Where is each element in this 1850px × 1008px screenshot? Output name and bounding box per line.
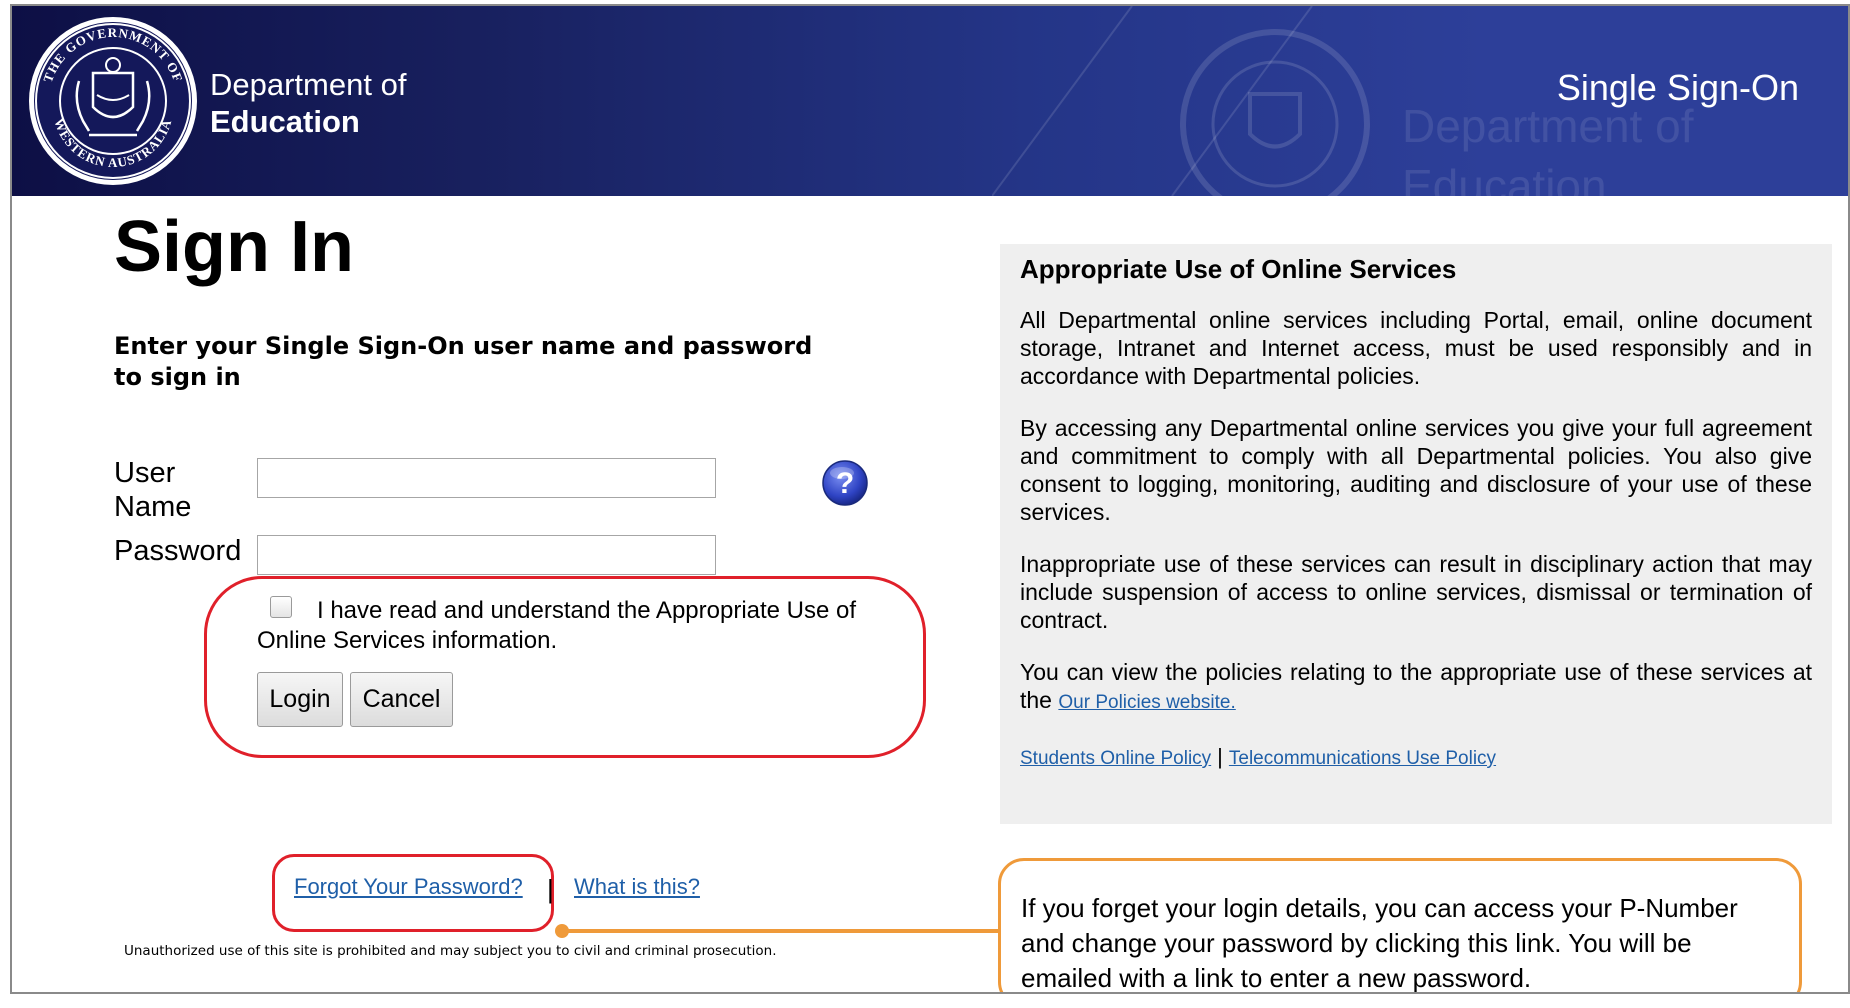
policy-panel: Appropriate Use of Online Services All D…: [1000, 244, 1832, 824]
students-online-policy-link[interactable]: Students Online Policy: [1020, 748, 1211, 769]
agreement-checkbox[interactable]: [270, 596, 292, 618]
password-label: Password: [114, 535, 242, 567]
policy-links: Students Online Policy | Telecommunication…: [1020, 744, 1496, 770]
link-separator: |: [547, 874, 554, 904]
annotation-callout: If you forget your login details, you ca…: [998, 858, 1802, 993]
department-name: Department of Education: [210, 66, 406, 140]
department-name-line2: Education: [210, 104, 360, 139]
page-frame: Department of Education THE GOVERNMENT O…: [10, 4, 1850, 994]
watermark-crest-icon: [1180, 29, 1370, 196]
username-label: User Name: [114, 457, 192, 523]
policy-paragraph-1: All Departmental online services includi…: [1020, 307, 1812, 389]
page-title: Sign In: [114, 207, 354, 287]
cancel-button[interactable]: Cancel: [350, 672, 453, 727]
forgot-password-link[interactable]: Forgot Your Password?: [294, 874, 523, 900]
policy-paragraph-2: By accessing any Departmental online ser…: [1020, 415, 1812, 525]
government-crest-logo: THE GOVERNMENT OF WESTERN AUSTRALIA: [29, 17, 197, 185]
what-is-this-link[interactable]: What is this?: [574, 874, 700, 900]
login-button[interactable]: Login: [257, 672, 343, 727]
our-policies-link[interactable]: Our Policies website.: [1058, 692, 1235, 713]
svg-text:?: ?: [836, 467, 854, 500]
password-input[interactable]: [257, 535, 716, 575]
policy-body: All Departmental online services includi…: [1020, 306, 1812, 741]
policy-paragraph-4: You can view the policies relating to th…: [1020, 658, 1812, 717]
policy-link-separator: |: [1217, 744, 1223, 769]
watermark-text: Department of Education: [1402, 96, 1693, 196]
disclaimer-text: Unauthorized use of this site is prohibi…: [124, 943, 777, 959]
login-instruction: Enter your Single Sign-On user name and …: [114, 332, 813, 391]
header-banner: Department of Education THE GOVERNMENT O…: [12, 6, 1848, 196]
agreement-text: I have read and understand the Appropria…: [257, 597, 857, 654]
annotation-connector: [555, 924, 1009, 938]
policy-paragraph-3: Inappropriate use of these services can …: [1020, 551, 1812, 633]
sso-title: Single Sign-On: [1556, 67, 1799, 108]
department-name-line1: Department of: [210, 67, 407, 102]
policy-heading: Appropriate Use of Online Services: [1020, 254, 1457, 284]
watermark-line2: Education: [1402, 160, 1607, 196]
annotation-callout-text: If you forget your login details, you ca…: [1021, 893, 1738, 993]
username-input[interactable]: [257, 458, 716, 498]
help-icon[interactable]: ?: [820, 458, 870, 508]
telecommunications-use-policy-link[interactable]: Telecommunications Use Policy: [1229, 748, 1496, 769]
